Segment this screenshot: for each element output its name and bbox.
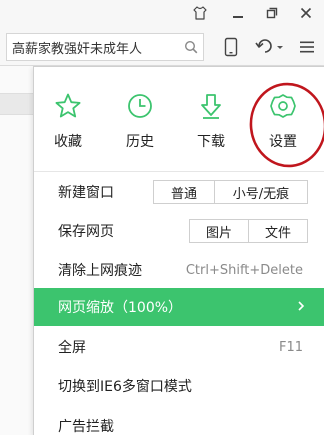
clear-traces-shortcut: Ctrl+Shift+Delete [185,262,303,278]
menu-divider [34,171,324,172]
page-background [0,66,34,435]
incognito-window-button[interactable]: 小号/无痕 [214,181,307,203]
close-icon[interactable] [292,2,320,24]
toolbar: 高薪家教强奸未成年人 [0,28,324,66]
fullscreen-label: 全屏 [58,340,86,356]
undo-icon[interactable] [252,35,286,59]
ad-block-label: 广告拦截 [58,419,114,435]
shirt-icon[interactable] [186,2,214,24]
settings-label: 设置 [269,134,297,150]
ad-block-item[interactable]: 广告拦截 [34,408,324,435]
save-as-image-button[interactable]: 图片 [190,220,248,242]
quick-actions: 收藏 历史 下载 设置 [34,67,324,171]
gear-icon [268,91,298,121]
clock-icon [125,91,155,121]
fullscreen-item[interactable]: 全屏 F11 [34,329,324,365]
menu-icon[interactable] [296,35,318,59]
new-window-row: 新建窗口 普通 小号/无痕 [34,174,324,210]
save-page-row: 保存网页 图片 文件 [34,213,324,249]
download-button[interactable]: 下载 [179,91,243,155]
download-label: 下载 [197,134,225,150]
clear-traces-label: 清除上网痕迹 [58,263,142,279]
zoom-item[interactable]: 网页缩放（100%） [34,288,324,326]
ie6-mode-item[interactable]: 切换到IE6多窗口模式 [34,368,324,404]
download-icon [196,91,226,121]
save-page-options: 图片 文件 [189,219,308,243]
restore-icon[interactable] [258,2,286,24]
history-label: 历史 [126,134,154,150]
normal-window-button[interactable]: 普通 [154,181,214,203]
new-window-options: 普通 小号/无痕 [153,180,308,204]
save-page-label: 保存网页 [58,224,114,240]
chevron-right-icon [298,301,305,311]
title-bar [0,0,324,28]
star-icon [53,91,83,121]
favorites-label: 收藏 [54,134,82,150]
settings-button[interactable]: 设置 [251,91,315,155]
new-window-label: 新建窗口 [58,185,114,201]
minimize-icon[interactable] [224,2,252,24]
fullscreen-shortcut: F11 [278,339,303,355]
address-bar[interactable]: 高薪家教强奸未成年人 [6,33,204,61]
address-input[interactable]: 高薪家教强奸未成年人 [7,38,179,57]
ie6-mode-label: 切换到IE6多窗口模式 [58,379,192,395]
history-button[interactable]: 历史 [108,91,172,155]
search-icon[interactable] [179,34,203,60]
phone-icon[interactable] [220,35,242,59]
zoom-label: 网页缩放（100%） [58,300,183,316]
main-menu: 收藏 历史 下载 设置 新建窗口 普通 小号/无痕 保存网页 图片 文件 清除上… [33,66,324,435]
save-as-file-button[interactable]: 文件 [248,220,307,242]
favorites-button[interactable]: 收藏 [36,91,100,155]
clear-traces-item[interactable]: 清除上网痕迹 Ctrl+Shift+Delete [34,252,324,288]
page-nav-strip [0,93,34,115]
